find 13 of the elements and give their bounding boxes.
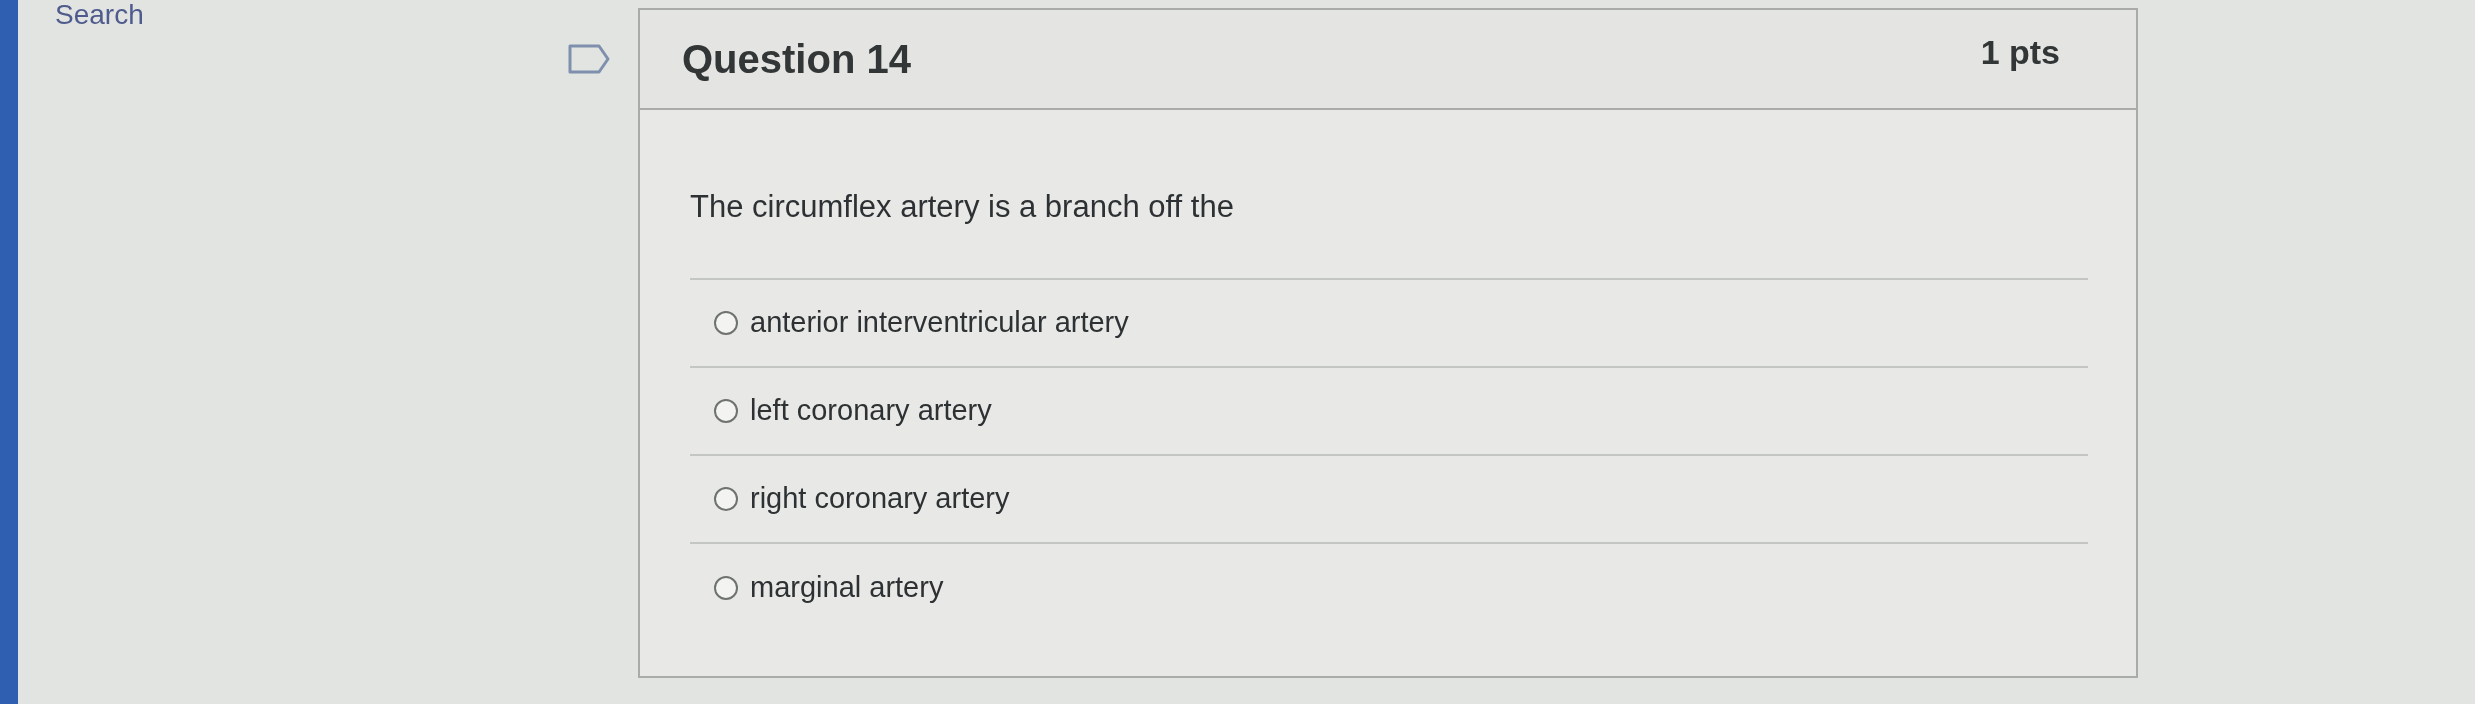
points-label: 1 pts <box>1980 31 2060 73</box>
radio-button[interactable] <box>714 399 738 423</box>
answer-label: right coronary artery <box>750 481 1010 517</box>
answer-label: anterior interventricular artery <box>750 305 1129 341</box>
radio-button[interactable] <box>714 487 738 511</box>
answer-label: left coronary artery <box>750 393 992 429</box>
answer-label: marginal artery <box>750 570 944 606</box>
search-link[interactable]: Search <box>55 0 144 30</box>
radio-button[interactable] <box>714 576 738 600</box>
question-title: Question 14 <box>682 36 911 83</box>
radio-button[interactable] <box>714 311 738 335</box>
flag-icon[interactable] <box>568 44 610 74</box>
question-text: The circumflex artery is a branch off the <box>690 188 1234 226</box>
